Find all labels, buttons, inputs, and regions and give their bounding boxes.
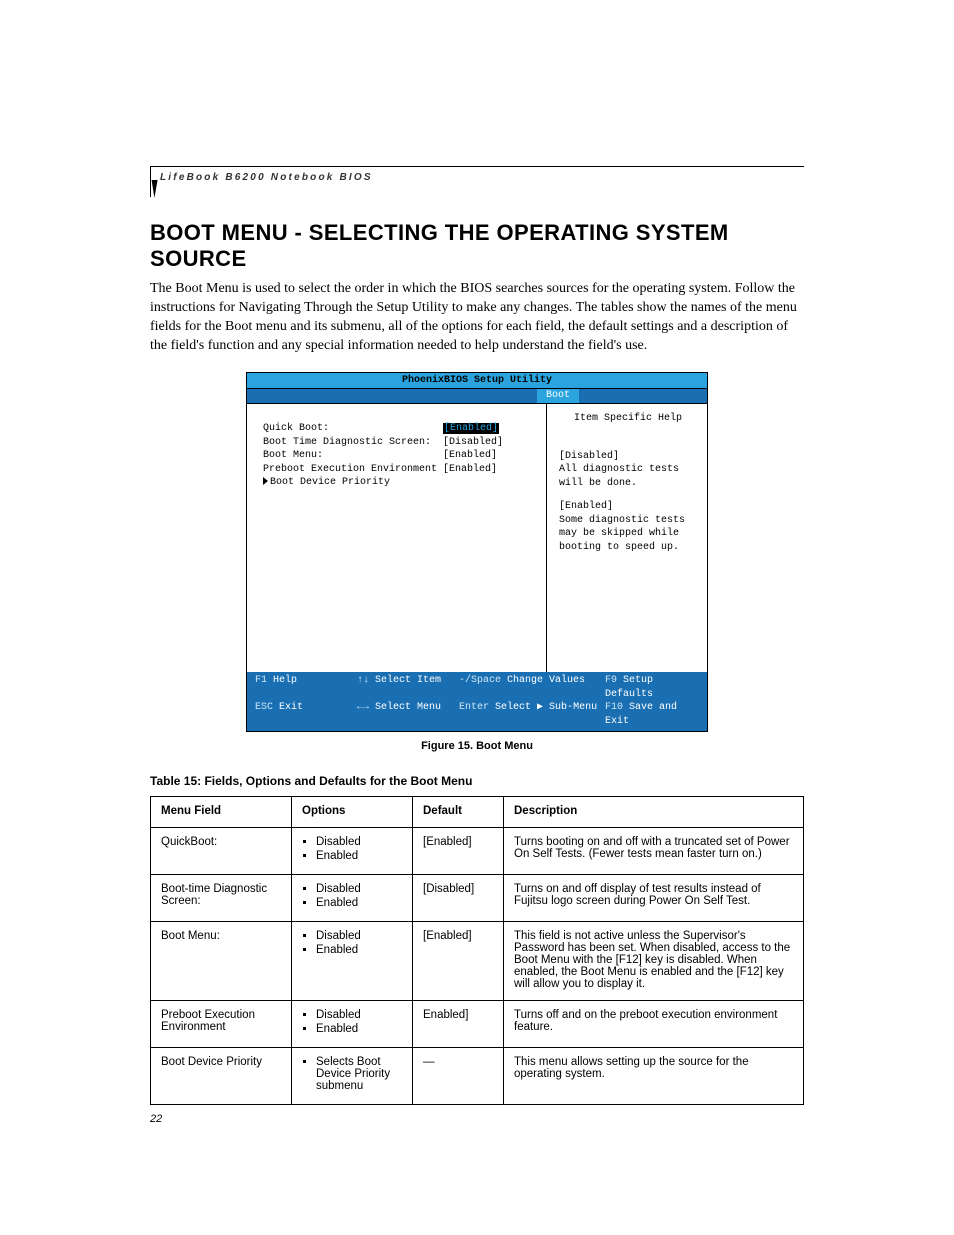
bios-row-pxe: Preboot Execution Environment [Enabled] bbox=[263, 463, 536, 477]
cell-description: Turns on and off display of test results… bbox=[504, 875, 804, 922]
option-item: Enabled bbox=[316, 944, 402, 956]
bios-value: [Enabled] bbox=[443, 463, 523, 477]
bios-help-disabled-text: All diagnostic tests will be done. bbox=[559, 463, 697, 490]
bios-submenu-label: Boot Device Priority bbox=[270, 476, 390, 490]
th-default: Default bbox=[413, 797, 504, 828]
table-header-row: Menu Field Options Default Description bbox=[151, 797, 804, 828]
bios-help-disabled-label: [Disabled] bbox=[559, 450, 697, 464]
document-page: LifeBook B6200 Notebook BIOS BOOT MENU -… bbox=[0, 0, 954, 1235]
cell-options: Selects Boot Device Priority submenu bbox=[292, 1048, 413, 1105]
cell-description: Turns off and on the preboot execution e… bbox=[504, 1001, 804, 1048]
table-row: Preboot Execution Environment Disabled Ena… bbox=[151, 1001, 804, 1048]
bios-label: Boot Time Diagnostic Screen: bbox=[263, 436, 443, 450]
key-f10: F10 bbox=[605, 702, 623, 713]
key-space: -/Space bbox=[459, 675, 501, 686]
option-item: Disabled bbox=[316, 883, 402, 895]
bios-row-quick-boot: Quick Boot: [Enabled] bbox=[263, 422, 536, 436]
table-title: Table 15: Fields, Options and Defaults f… bbox=[150, 774, 804, 788]
bios-label: Boot Menu: bbox=[263, 449, 443, 463]
bios-label: Quick Boot: bbox=[263, 422, 443, 436]
bios-value: [Enabled] bbox=[443, 449, 523, 463]
cell-default: [Enabled] bbox=[413, 828, 504, 875]
bios-row-submenu: Boot Device Priority bbox=[263, 476, 536, 490]
bios-body: Quick Boot: [Enabled] Boot Time Diagnost… bbox=[247, 404, 707, 672]
key-updown: ↑↓ bbox=[357, 675, 369, 686]
bios-settings-pane: Quick Boot: [Enabled] Boot Time Diagnost… bbox=[247, 404, 547, 672]
key-f9: F9 bbox=[605, 675, 617, 686]
table-row: Boot Menu: Disabled Enabled [Enabled]This f… bbox=[151, 922, 804, 1001]
running-header: LifeBook B6200 Notebook BIOS bbox=[160, 172, 373, 183]
cell-menu-field: Boot-time Diagnostic Screen: bbox=[151, 875, 292, 922]
key-leftright: ←→ bbox=[357, 702, 369, 713]
cell-default: [Disabled] bbox=[413, 875, 504, 922]
bios-value: [Disabled] bbox=[443, 436, 523, 450]
bios-help-pane: Item Specific Help [Disabled] All diagno… bbox=[547, 404, 707, 672]
table-row: QuickBoot: Disabled Enabled [Enabled]Turns … bbox=[151, 828, 804, 875]
option-item: Enabled bbox=[316, 1023, 402, 1035]
key-esc: ESC bbox=[255, 702, 273, 713]
bios-help-title: Item Specific Help bbox=[559, 412, 697, 426]
cell-options: Disabled Enabled bbox=[292, 875, 413, 922]
key-f1: F1 bbox=[255, 675, 267, 686]
bios-tab-bar: Boot bbox=[247, 389, 707, 404]
bios-row-boot-menu: Boot Menu: [Enabled] bbox=[263, 449, 536, 463]
table-row: Boot-time Diagnostic Screen: Disabled Enab… bbox=[151, 875, 804, 922]
option-item: Enabled bbox=[316, 850, 402, 862]
key-enter: Enter bbox=[459, 702, 489, 713]
option-item: Disabled bbox=[316, 836, 402, 848]
cell-description: This menu allows setting up the source f… bbox=[504, 1048, 804, 1105]
cell-menu-field: Preboot Execution Environment bbox=[151, 1001, 292, 1048]
cell-menu-field: Boot Device Priority bbox=[151, 1048, 292, 1105]
th-options: Options bbox=[292, 797, 413, 828]
bios-tab-boot: Boot bbox=[537, 389, 579, 403]
bios-footer: F1 Help ↑↓ Select Item -/Space Change Va… bbox=[247, 672, 707, 731]
cell-options: Disabled Enabled bbox=[292, 922, 413, 1001]
option-item: Disabled bbox=[316, 1009, 402, 1021]
bios-row-diag-screen: Boot Time Diagnostic Screen: [Disabled] bbox=[263, 436, 536, 450]
cell-options: Disabled Enabled bbox=[292, 828, 413, 875]
section-title: BOOT MENU - SELECTING THE OPERATING SYST… bbox=[150, 220, 804, 272]
cell-description: Turns booting on and off with a truncate… bbox=[504, 828, 804, 875]
cell-default: [Enabled] bbox=[413, 922, 504, 1001]
bios-help-enabled-text: Some diagnostic tests may be skipped whi… bbox=[559, 514, 697, 555]
submenu-arrow-icon bbox=[263, 476, 270, 490]
cell-description: This field is not active unless the Supe… bbox=[504, 922, 804, 1001]
intro-paragraph: The Boot Menu is used to select the orde… bbox=[150, 280, 804, 356]
cell-default: Enabled] bbox=[413, 1001, 504, 1048]
bios-label: Preboot Execution Environment bbox=[263, 463, 443, 477]
cell-menu-field: QuickBoot: bbox=[151, 828, 292, 875]
th-description: Description bbox=[504, 797, 804, 828]
cell-menu-field: Boot Menu: bbox=[151, 922, 292, 1001]
figure-caption: Figure 15. Boot Menu bbox=[150, 740, 804, 752]
bios-figure: PhoenixBIOS Setup Utility Boot Quick Boo… bbox=[246, 372, 708, 733]
table-row: Boot Device Priority Selects Boot Device … bbox=[151, 1048, 804, 1105]
cell-options: Disabled Enabled bbox=[292, 1001, 413, 1048]
bios-title: PhoenixBIOS Setup Utility bbox=[247, 373, 707, 390]
bios-value-selected: [Enabled] bbox=[443, 422, 523, 436]
cell-default: — bbox=[413, 1048, 504, 1105]
header-rule bbox=[150, 166, 804, 167]
option-item: Selects Boot Device Priority submenu bbox=[316, 1056, 402, 1092]
fields-table: Menu Field Options Default Description Q… bbox=[150, 796, 804, 1105]
option-item: Disabled bbox=[316, 930, 402, 942]
bios-help-enabled-label: [Enabled] bbox=[559, 500, 697, 514]
option-item: Enabled bbox=[316, 897, 402, 909]
th-menu-field: Menu Field bbox=[151, 797, 292, 828]
page-number: 22 bbox=[150, 1113, 162, 1125]
corner-ornament-icon bbox=[144, 180, 157, 198]
